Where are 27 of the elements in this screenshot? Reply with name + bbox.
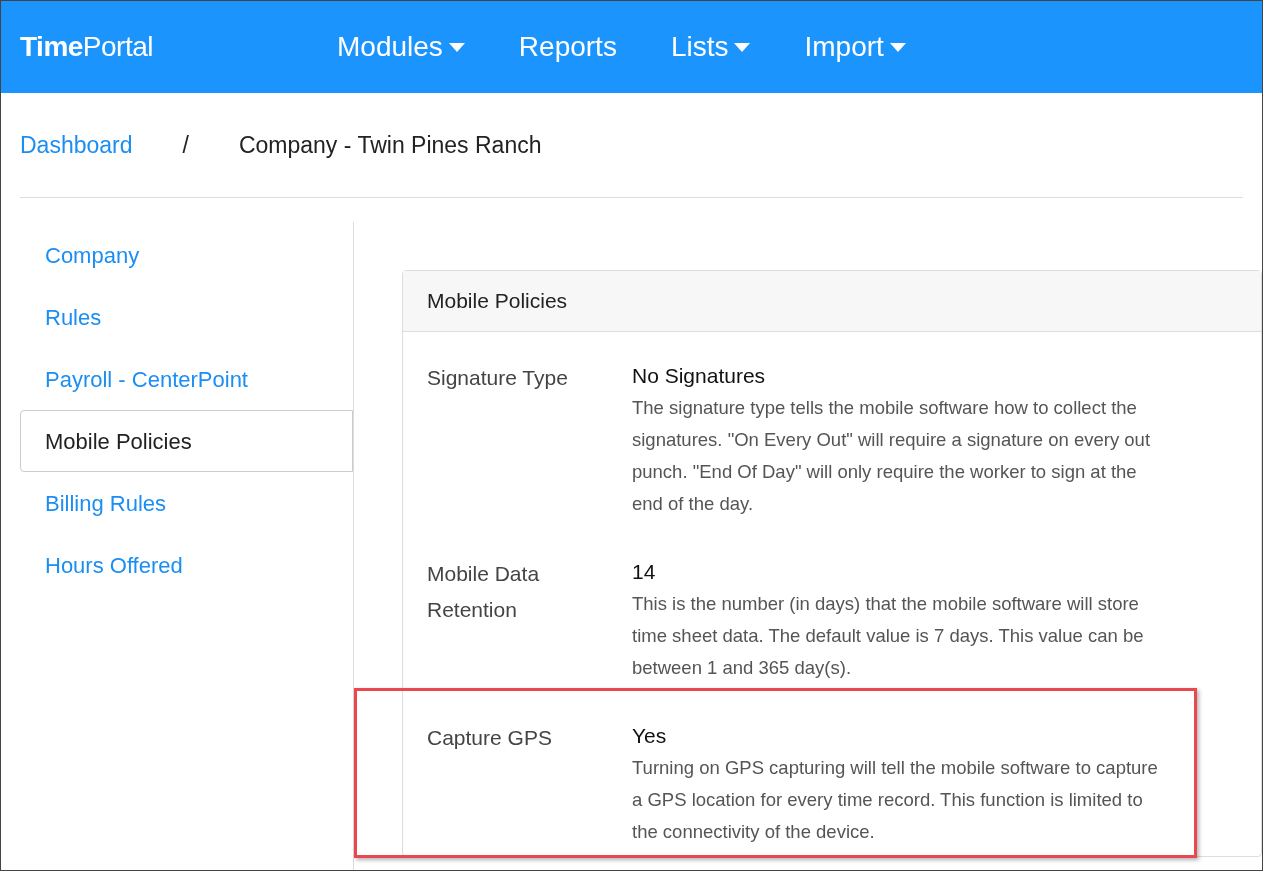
caret-icon (734, 42, 751, 52)
nav-menu-item[interactable]: Reports (518, 26, 617, 68)
breadcrumb-link[interactable]: Dashboard (20, 127, 133, 163)
sidebar-item[interactable]: Payroll - CenterPoint (20, 348, 353, 410)
nav-menu-item[interactable]: Modules (337, 26, 465, 68)
policy-description: This is the number (in days) that the mobile software will store time sheet data. The default value is 7 days. This value can be between 1 and 365 day(s). (632, 592, 1145, 680)
sidebar-item[interactable]: Rules (20, 286, 353, 348)
breadcrumb-separator: / (182, 130, 189, 160)
sidebar-item[interactable]: Billing Rules (20, 472, 353, 534)
policy-value: 14 (632, 559, 657, 585)
policy-description: The signature type tells the mobile software how to collect the signatures. "On Every Out" will require a signature on every out punch. "End Of Day" will only require the worker to sign at the end of the day. (632, 396, 1152, 516)
caret-icon (889, 42, 906, 52)
nav-menu-item[interactable]: Lists (670, 26, 751, 68)
logo[interactable]: TimePortal (20, 26, 337, 68)
sidebar-item[interactable]: Company (20, 224, 353, 286)
policy-value: Yes (632, 723, 668, 749)
policy-value: No Signatures (632, 363, 767, 389)
policy-label: Capture GPS (426, 725, 553, 751)
card-header: Mobile Policies (403, 271, 1261, 332)
policy-description: Turning on GPS capturing will tell the mobile software to capture a GPS location for every time record. This function is limited to the connectivity of the device. (632, 756, 1159, 844)
policy-label: Mobile Data Retention (426, 561, 541, 623)
sidebar-item[interactable]: Mobile Policies (20, 410, 353, 472)
caret-icon (448, 42, 465, 52)
policy-label: Signature Type (426, 365, 569, 391)
sidebar-item[interactable]: Hours Offered (20, 534, 353, 596)
nav-menu-item[interactable]: Import (804, 26, 906, 68)
breadcrumb-current: Company - Twin Pines Ranch (238, 130, 542, 160)
